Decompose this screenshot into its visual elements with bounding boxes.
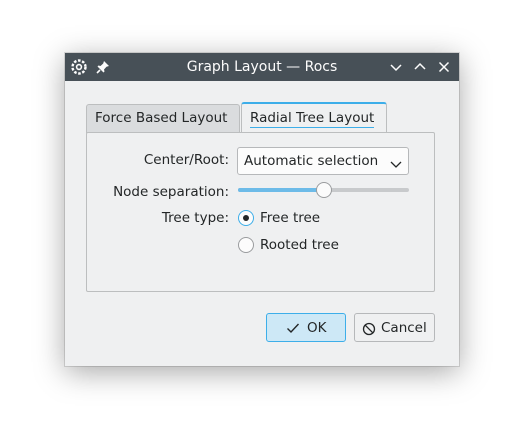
rooted-tree-radio[interactable] xyxy=(238,237,254,253)
tab-panel: Center/Root: Automatic selection Node se… xyxy=(86,132,435,292)
slider-fill xyxy=(238,188,324,192)
free-tree-radio[interactable] xyxy=(238,210,254,226)
ok-button[interactable]: OK xyxy=(266,313,346,342)
node-separation-slider[interactable] xyxy=(238,180,409,202)
ok-label: OK xyxy=(307,320,327,336)
tree-type-label: Tree type: xyxy=(161,210,229,226)
tab-label: Radial Tree Layout xyxy=(250,110,375,128)
rooted-tree-label[interactable]: Rooted tree xyxy=(260,237,339,253)
center-root-combobox[interactable]: Automatic selection xyxy=(237,147,409,175)
cancel-button[interactable]: Cancel xyxy=(354,313,435,342)
cancel-label: Cancel xyxy=(381,320,427,336)
chevron-down-icon xyxy=(390,157,402,168)
node-separation-label: Node separation: xyxy=(113,184,229,200)
minimize-icon[interactable] xyxy=(386,57,406,77)
dialog-window: Graph Layout — Rocs Force Based Layout R… xyxy=(65,53,459,366)
center-root-value: Automatic selection xyxy=(244,153,379,169)
tab-force-based-layout[interactable]: Force Based Layout xyxy=(86,104,240,133)
checkmark-icon xyxy=(287,323,300,334)
maximize-icon[interactable] xyxy=(410,57,430,77)
close-icon[interactable] xyxy=(434,57,454,77)
free-tree-label[interactable]: Free tree xyxy=(260,210,320,226)
titlebar[interactable]: Graph Layout — Rocs xyxy=(65,53,459,81)
tab-label: Force Based Layout xyxy=(95,110,228,126)
slider-handle[interactable] xyxy=(316,182,332,198)
center-root-label: Center/Root: xyxy=(143,152,229,168)
tab-radial-tree-layout[interactable]: Radial Tree Layout xyxy=(241,102,387,132)
cancel-icon xyxy=(362,322,376,336)
